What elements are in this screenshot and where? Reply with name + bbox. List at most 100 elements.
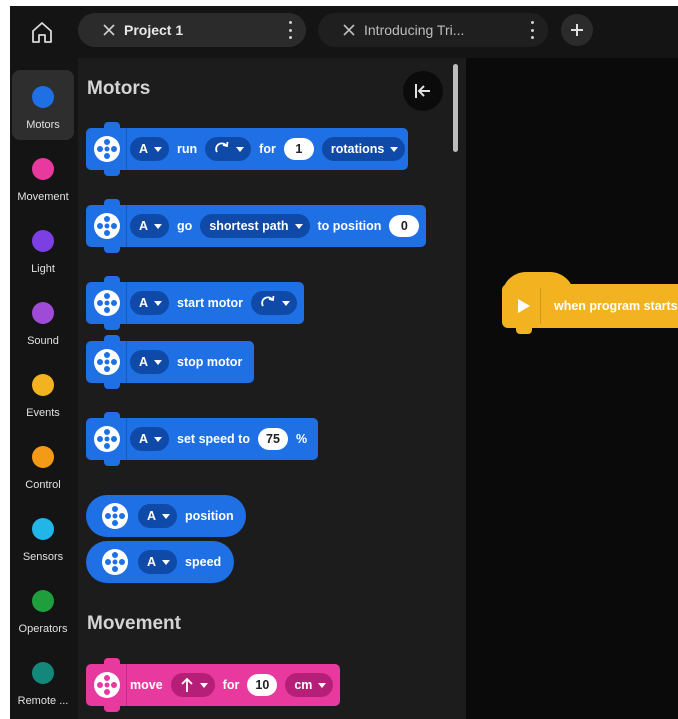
- block-text: stop motor: [177, 355, 243, 369]
- block-text: to position: [317, 219, 382, 233]
- tab-project-1[interactable]: Project 1: [78, 13, 306, 47]
- play-icon: [518, 299, 530, 313]
- block-motor-run[interactable]: A run for 1 rotations: [86, 122, 408, 176]
- category-dot: [32, 518, 54, 540]
- port-dropdown[interactable]: A: [130, 350, 170, 374]
- section-title-motors: Motors: [87, 78, 151, 99]
- collapse-left-icon: [415, 84, 430, 98]
- block-palette: Motors A run for 1 rotations A go shorte…: [78, 58, 466, 719]
- app-window: Project 1 Introducing Tri... Motors Move…: [10, 6, 678, 719]
- category-dot: [32, 374, 54, 396]
- block-text: %: [295, 432, 308, 446]
- home-icon: [32, 22, 52, 43]
- path-dropdown[interactable]: shortest path: [200, 214, 310, 238]
- category-light[interactable]: Light: [12, 214, 74, 284]
- block-stop-motor[interactable]: A stop motor: [86, 335, 254, 389]
- kebab-menu-icon[interactable]: [530, 21, 534, 39]
- block-text: run: [177, 142, 198, 156]
- collapse-palette-button[interactable]: [403, 71, 443, 111]
- tab-introducing[interactable]: Introducing Tri...: [318, 13, 548, 47]
- port-value: A: [139, 142, 149, 156]
- category-label: Remote ...: [17, 695, 69, 707]
- close-icon[interactable]: [102, 23, 116, 37]
- section-title-movement: Movement: [87, 613, 181, 634]
- category-label: Motors: [26, 119, 60, 131]
- port-value: A: [139, 296, 149, 310]
- unit-value: rotations: [330, 142, 385, 156]
- port-dropdown[interactable]: A: [138, 504, 178, 528]
- block-move[interactable]: move for 10 cm: [86, 658, 340, 712]
- tab-label: Introducing Tri...: [364, 22, 465, 38]
- block-text: go: [177, 219, 193, 233]
- category-dot: [32, 158, 54, 180]
- add-tab-button[interactable]: [561, 14, 593, 46]
- category-dot: [32, 86, 54, 108]
- motor-icon: [94, 426, 120, 452]
- port-dropdown[interactable]: A: [130, 214, 170, 238]
- block-motor-go-to-position[interactable]: A go shortest path to position 0: [86, 199, 426, 253]
- motor-icon: [102, 503, 128, 529]
- port-value: A: [139, 432, 149, 446]
- kebab-menu-icon[interactable]: [288, 21, 292, 39]
- path-value: shortest path: [209, 219, 289, 233]
- plus-icon: [571, 24, 583, 36]
- palette-scrollbar[interactable]: [453, 64, 458, 152]
- direction-dropdown[interactable]: [205, 137, 252, 161]
- category-operators[interactable]: Operators: [12, 574, 74, 644]
- category-label: Movement: [17, 191, 69, 203]
- block-text: speed: [185, 555, 222, 569]
- port-dropdown[interactable]: A: [130, 427, 170, 451]
- category-remote[interactable]: Remote ...: [12, 646, 74, 716]
- category-events[interactable]: Events: [12, 358, 74, 428]
- port-value: A: [147, 509, 157, 523]
- block-set-speed[interactable]: A set speed to 75 %: [86, 412, 318, 466]
- port-dropdown[interactable]: A: [130, 137, 170, 161]
- motor-icon: [94, 290, 120, 316]
- when-program-starts-block[interactable]: when program starts: [502, 272, 678, 334]
- block-start-motor[interactable]: A start motor: [86, 276, 304, 330]
- motor-icon: [102, 549, 128, 575]
- clockwise-arrow-icon: [261, 295, 275, 307]
- amount-input[interactable]: 1: [283, 138, 314, 160]
- close-icon[interactable]: [342, 23, 356, 37]
- category-sound[interactable]: Sound: [12, 286, 74, 356]
- programming-canvas[interactable]: when program starts: [466, 58, 678, 719]
- motor-icon: [94, 349, 120, 375]
- category-dot: [32, 230, 54, 252]
- category-dot: [32, 302, 54, 324]
- tab-label: Project 1: [124, 22, 184, 38]
- top-bar: Project 1 Introducing Tri...: [10, 6, 678, 58]
- speed-input[interactable]: 75: [257, 428, 288, 450]
- up-arrow-icon: [181, 677, 193, 692]
- port-value: A: [139, 219, 149, 233]
- port-dropdown[interactable]: A: [130, 291, 170, 315]
- distance-input[interactable]: 10: [247, 674, 278, 696]
- block-text: for: [222, 678, 240, 692]
- block-position-reporter[interactable]: A position: [86, 495, 246, 537]
- motor-icon: [94, 136, 120, 162]
- category-sensors[interactable]: Sensors: [12, 502, 74, 572]
- port-value: A: [147, 555, 157, 569]
- category-dot: [32, 662, 54, 684]
- block-text: move: [130, 678, 163, 692]
- movement-icon: [94, 672, 120, 698]
- category-movement[interactable]: Movement: [12, 142, 74, 212]
- category-label: Sensors: [22, 551, 64, 563]
- hat-block-label: when program starts: [554, 299, 678, 313]
- category-sidebar: Motors Movement Light Sound Events Contr…: [10, 58, 78, 719]
- direction-dropdown[interactable]: [170, 673, 215, 697]
- category-control[interactable]: Control: [12, 430, 74, 500]
- unit-dropdown[interactable]: rotations: [321, 137, 406, 161]
- category-label: Light: [31, 263, 55, 275]
- position-input[interactable]: 0: [389, 215, 420, 237]
- block-speed-reporter[interactable]: A speed: [86, 541, 234, 583]
- category-label: Sound: [27, 335, 59, 347]
- clockwise-arrow-icon: [215, 141, 229, 153]
- category-dot: [32, 446, 54, 468]
- port-dropdown[interactable]: A: [138, 550, 178, 574]
- home-button[interactable]: [23, 15, 61, 49]
- unit-dropdown[interactable]: cm: [285, 673, 334, 697]
- category-motors[interactable]: Motors: [12, 70, 74, 140]
- direction-dropdown[interactable]: [251, 291, 298, 315]
- category-label: Control: [25, 479, 61, 491]
